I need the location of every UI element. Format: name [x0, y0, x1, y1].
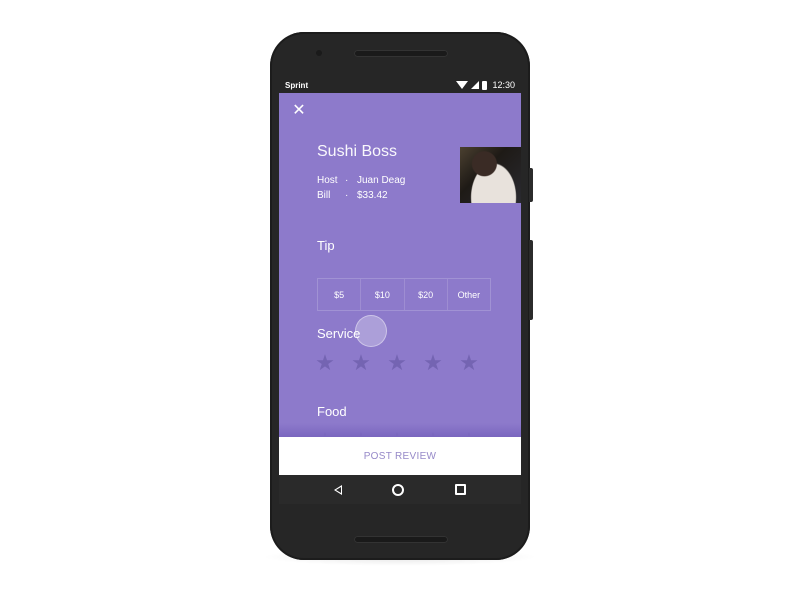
scroll-fade — [279, 423, 521, 437]
power-button — [529, 168, 533, 202]
star-icon[interactable]: ★ — [459, 352, 479, 374]
wifi-icon — [456, 81, 469, 89]
recents-icon[interactable] — [454, 484, 466, 495]
close-icon[interactable]: ✕ — [291, 103, 307, 119]
tip-option-20[interactable]: $20 — [405, 279, 448, 310]
bottom-speaker — [354, 536, 448, 543]
review-form: ✕ Sushi Boss Host · Juan Deag Bill · $33.42 … — [279, 93, 521, 452]
screen: Sprint 12:30 ✕ Sushi Boss Host · Juan Deag… — [279, 78, 521, 504]
bill-row: Bill · $33.42 — [317, 190, 388, 201]
tip-option-other[interactable]: Other — [448, 279, 490, 310]
front-camera — [316, 50, 322, 56]
separator: · — [345, 190, 349, 201]
navigation-bar — [279, 475, 521, 504]
restaurant-name: Sushi Boss — [317, 143, 398, 160]
clock: 12:30 — [492, 80, 515, 90]
home-icon[interactable] — [392, 483, 405, 496]
status-bar: Sprint 12:30 — [279, 78, 521, 93]
top-speaker — [354, 50, 448, 57]
service-rating: ★ ★ ★ ★ ★ — [315, 352, 479, 374]
star-icon[interactable]: ★ — [387, 352, 407, 374]
tip-option-5[interactable]: $5 — [318, 279, 362, 310]
host-value: Juan Deag — [357, 175, 406, 186]
signal-icon — [471, 81, 480, 89]
star-icon[interactable]: ★ — [423, 352, 443, 374]
host-photo — [460, 147, 521, 203]
post-review-button[interactable]: POST REVIEW — [364, 451, 437, 462]
star-icon[interactable]: ★ — [315, 352, 335, 374]
battery-icon — [482, 80, 488, 90]
back-icon[interactable] — [334, 484, 343, 495]
carrier-label: Sprint — [285, 81, 309, 90]
volume-button — [529, 240, 533, 320]
post-review-bar: POST REVIEW — [279, 437, 521, 475]
tip-label: Tip — [317, 238, 335, 253]
status-icons: 12:30 — [456, 80, 515, 90]
tip-option-10[interactable]: $10 — [361, 279, 405, 310]
bill-value: $33.42 — [357, 190, 388, 201]
separator: · — [345, 175, 349, 186]
tip-selector: $5 $10 $20 Other — [317, 278, 491, 311]
host-label: Host — [317, 175, 338, 186]
service-label: Service — [317, 326, 361, 341]
host-row: Host · Juan Deag — [317, 175, 405, 186]
food-label: Food — [317, 404, 347, 419]
bill-label: Bill — [317, 190, 331, 201]
star-icon[interactable]: ★ — [351, 352, 371, 374]
